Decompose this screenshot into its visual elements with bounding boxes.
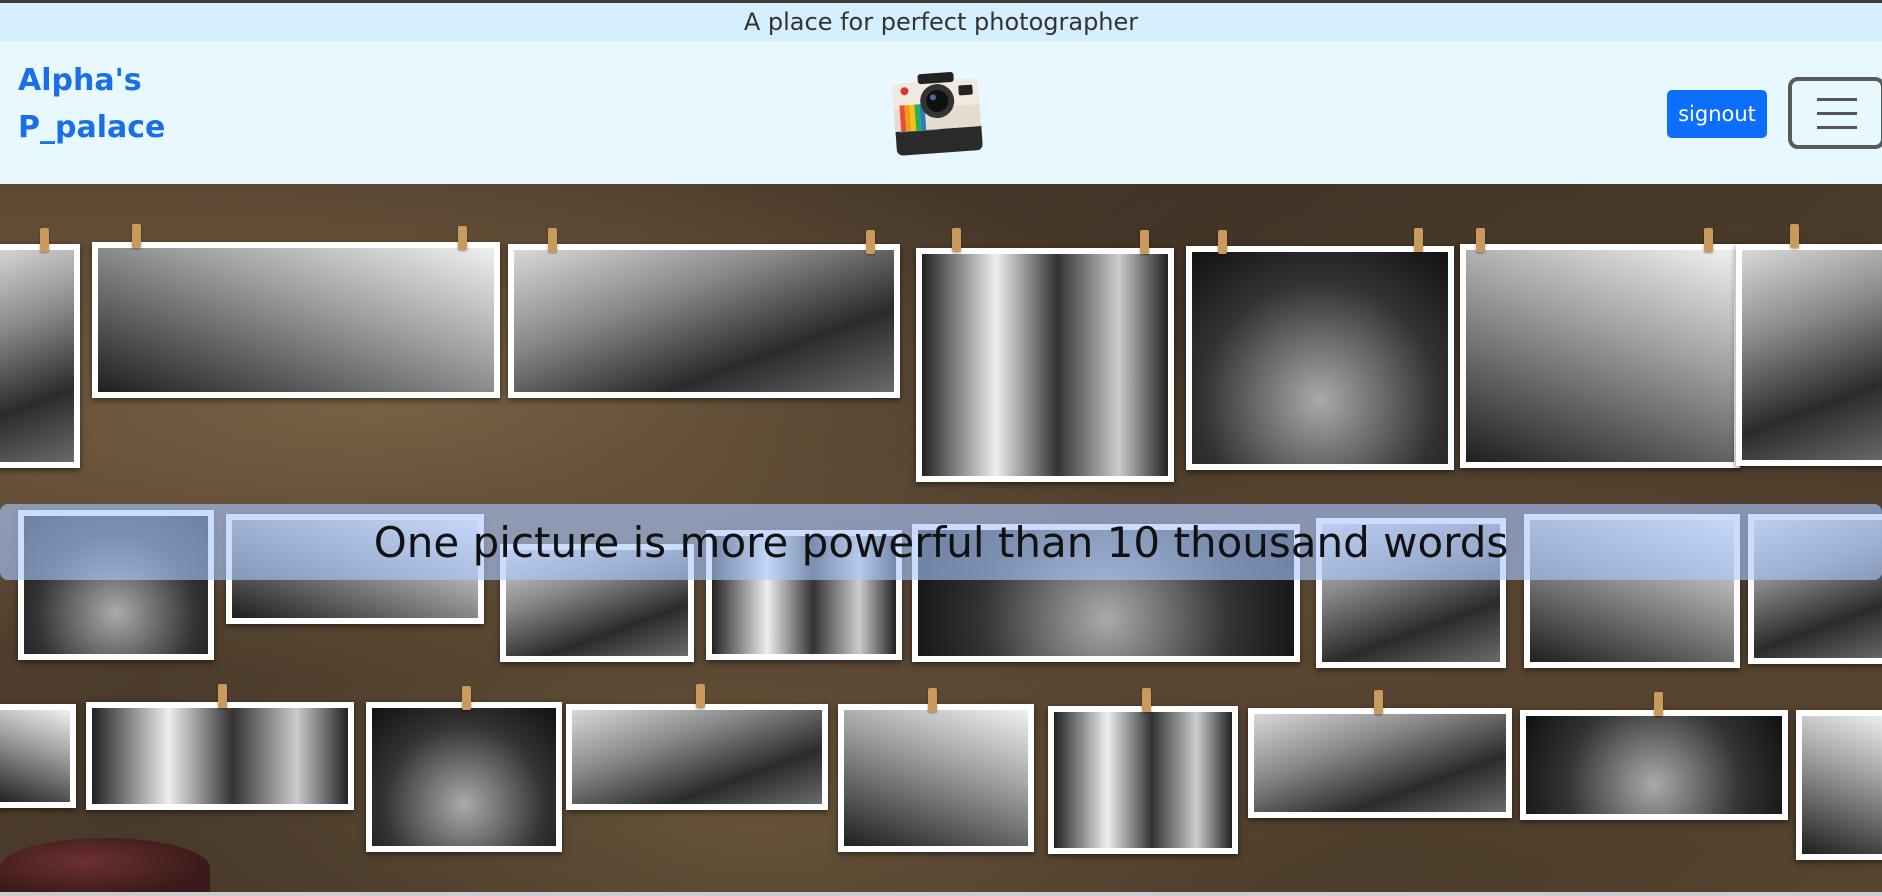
quote-band: One picture is more powerful than 10 tho… bbox=[0, 504, 1882, 580]
hero-photo bbox=[1248, 708, 1512, 818]
tagline-text: A place for perfect photographer bbox=[743, 8, 1139, 36]
clothespin bbox=[866, 230, 875, 254]
instant-camera-icon bbox=[892, 72, 983, 156]
bottom-border bbox=[0, 892, 1882, 896]
clothespin bbox=[1374, 690, 1383, 714]
hero-photo bbox=[0, 244, 80, 468]
clothespin bbox=[458, 226, 467, 250]
tagline-bar: A place for perfect photographer bbox=[0, 3, 1882, 41]
clothespin bbox=[548, 228, 557, 252]
clothespin bbox=[1142, 688, 1151, 712]
hero-photo bbox=[366, 702, 562, 852]
clothespin bbox=[1414, 228, 1423, 252]
clothespin bbox=[132, 224, 141, 248]
brand-line-2: P_palace bbox=[18, 110, 166, 145]
clothespin bbox=[1140, 230, 1149, 254]
clothespin bbox=[1218, 230, 1227, 254]
hero-photo bbox=[1736, 244, 1882, 466]
clothespin bbox=[696, 684, 705, 708]
hero-photo bbox=[1796, 710, 1882, 860]
hero-photo bbox=[1186, 246, 1454, 470]
clothespin bbox=[928, 688, 937, 712]
hero-photo bbox=[838, 704, 1034, 852]
hero-photo bbox=[92, 242, 500, 398]
brand-link[interactable]: Alpha's P_palace bbox=[18, 57, 165, 151]
hero-quote: One picture is more powerful than 10 tho… bbox=[373, 517, 1509, 567]
hero-photo bbox=[508, 244, 900, 398]
hero-photo bbox=[916, 248, 1174, 482]
hero-banner: One picture is more powerful than 10 tho… bbox=[0, 184, 1882, 892]
hero-photo bbox=[0, 704, 76, 808]
clothespin bbox=[218, 684, 227, 708]
signout-button[interactable]: signout bbox=[1667, 90, 1767, 138]
hero-photo bbox=[1460, 244, 1740, 468]
hero-photo bbox=[1048, 706, 1238, 854]
clothespin bbox=[1476, 228, 1485, 252]
brand-line-1: Alpha's bbox=[18, 63, 142, 98]
clothespin bbox=[1790, 224, 1799, 248]
menu-toggle-button[interactable] bbox=[1788, 77, 1882, 149]
backpack-decor bbox=[0, 838, 210, 892]
clothespin bbox=[462, 686, 471, 710]
clothespin bbox=[952, 228, 961, 252]
hero-photo bbox=[1520, 710, 1788, 820]
hero-photo bbox=[86, 702, 354, 810]
navbar: Alpha's P_palace signout bbox=[0, 41, 1882, 184]
clothespin bbox=[1704, 228, 1713, 252]
clothespin bbox=[1654, 692, 1663, 716]
clothespin bbox=[40, 228, 49, 252]
hero-photo bbox=[566, 704, 828, 810]
